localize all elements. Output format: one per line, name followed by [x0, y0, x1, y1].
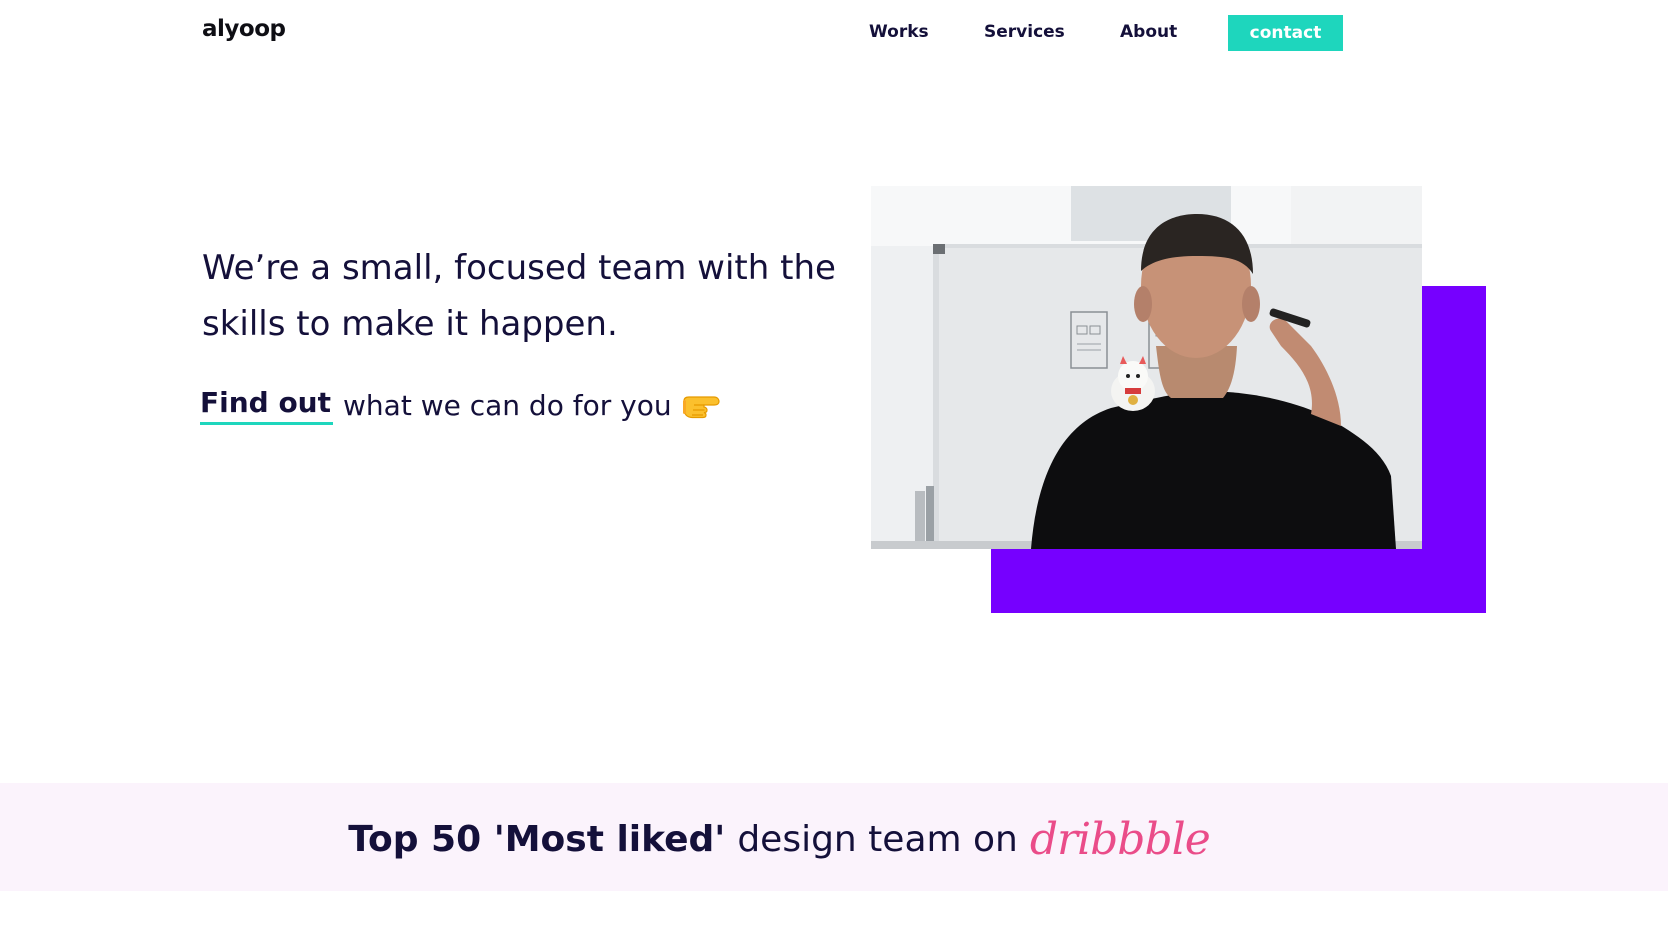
cta-line: Find out what we can do for you: [200, 386, 802, 425]
pointing-hand-icon: [680, 389, 722, 423]
nav-about[interactable]: About: [1120, 22, 1177, 42]
nav-services[interactable]: Services: [984, 22, 1065, 42]
hero-headline: We’re a small, focused team with the ski…: [202, 248, 836, 344]
banner-content: Top 50 'Most liked' design team on dribb…: [348, 814, 1210, 865]
dribbble-logo[interactable]: dribbble: [1030, 814, 1211, 865]
page: alyoop Works Services About contact We’r…: [0, 0, 1668, 937]
contact-button[interactable]: contact: [1228, 15, 1343, 51]
nav-works[interactable]: Works: [869, 22, 929, 42]
cta-text: what we can do for you: [343, 389, 672, 422]
banner-highlight: Top 50 'Most liked': [348, 818, 726, 860]
banner-text: design team on: [737, 818, 1018, 860]
dribbble-banner: Top 50 'Most liked' design team on dribb…: [0, 783, 1668, 891]
logo[interactable]: alyoop: [202, 16, 286, 42]
hero-photo: [871, 186, 1422, 549]
find-out-link[interactable]: Find out: [200, 386, 334, 425]
